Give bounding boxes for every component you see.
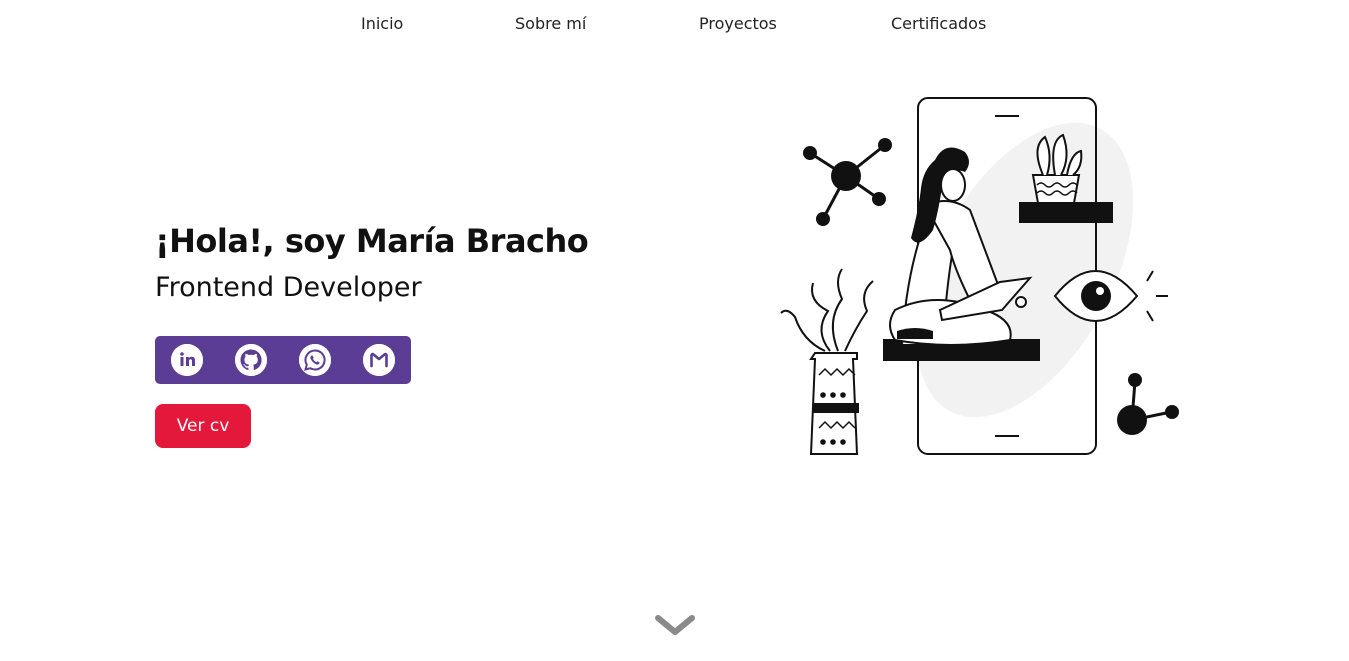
whatsapp-link[interactable] <box>299 344 331 376</box>
hero-text: ¡Hola!, soy María Bracho Frontend Develo… <box>155 222 589 303</box>
nav-item-sobre-mi[interactable]: Sobre mí <box>515 14 586 33</box>
whatsapp-icon <box>299 344 331 376</box>
linkedin-icon <box>171 344 203 376</box>
main-nav: Inicio Sobre mí Proyectos Certificados <box>0 0 1349 48</box>
hero-role: Frontend Developer <box>155 272 422 303</box>
nav-item-inicio[interactable]: Inicio <box>361 14 403 33</box>
nav-item-proyectos[interactable]: Proyectos <box>699 14 777 33</box>
ver-cv-button[interactable]: Ver cv <box>155 404 251 448</box>
linkedin-link[interactable] <box>171 344 203 376</box>
gmail-icon <box>363 344 395 376</box>
hero-greeting: ¡Hola!, soy María Bracho <box>155 222 589 260</box>
scroll-down-button[interactable] <box>652 610 698 640</box>
gmail-link[interactable] <box>363 344 395 376</box>
github-icon <box>235 344 267 376</box>
developer-woman-laptop-illustration <box>775 85 1195 465</box>
github-link[interactable] <box>235 344 267 376</box>
social-links-bar <box>155 336 411 384</box>
chevron-down-icon <box>655 615 695 635</box>
nav-item-certificados[interactable]: Certificados <box>891 14 986 33</box>
